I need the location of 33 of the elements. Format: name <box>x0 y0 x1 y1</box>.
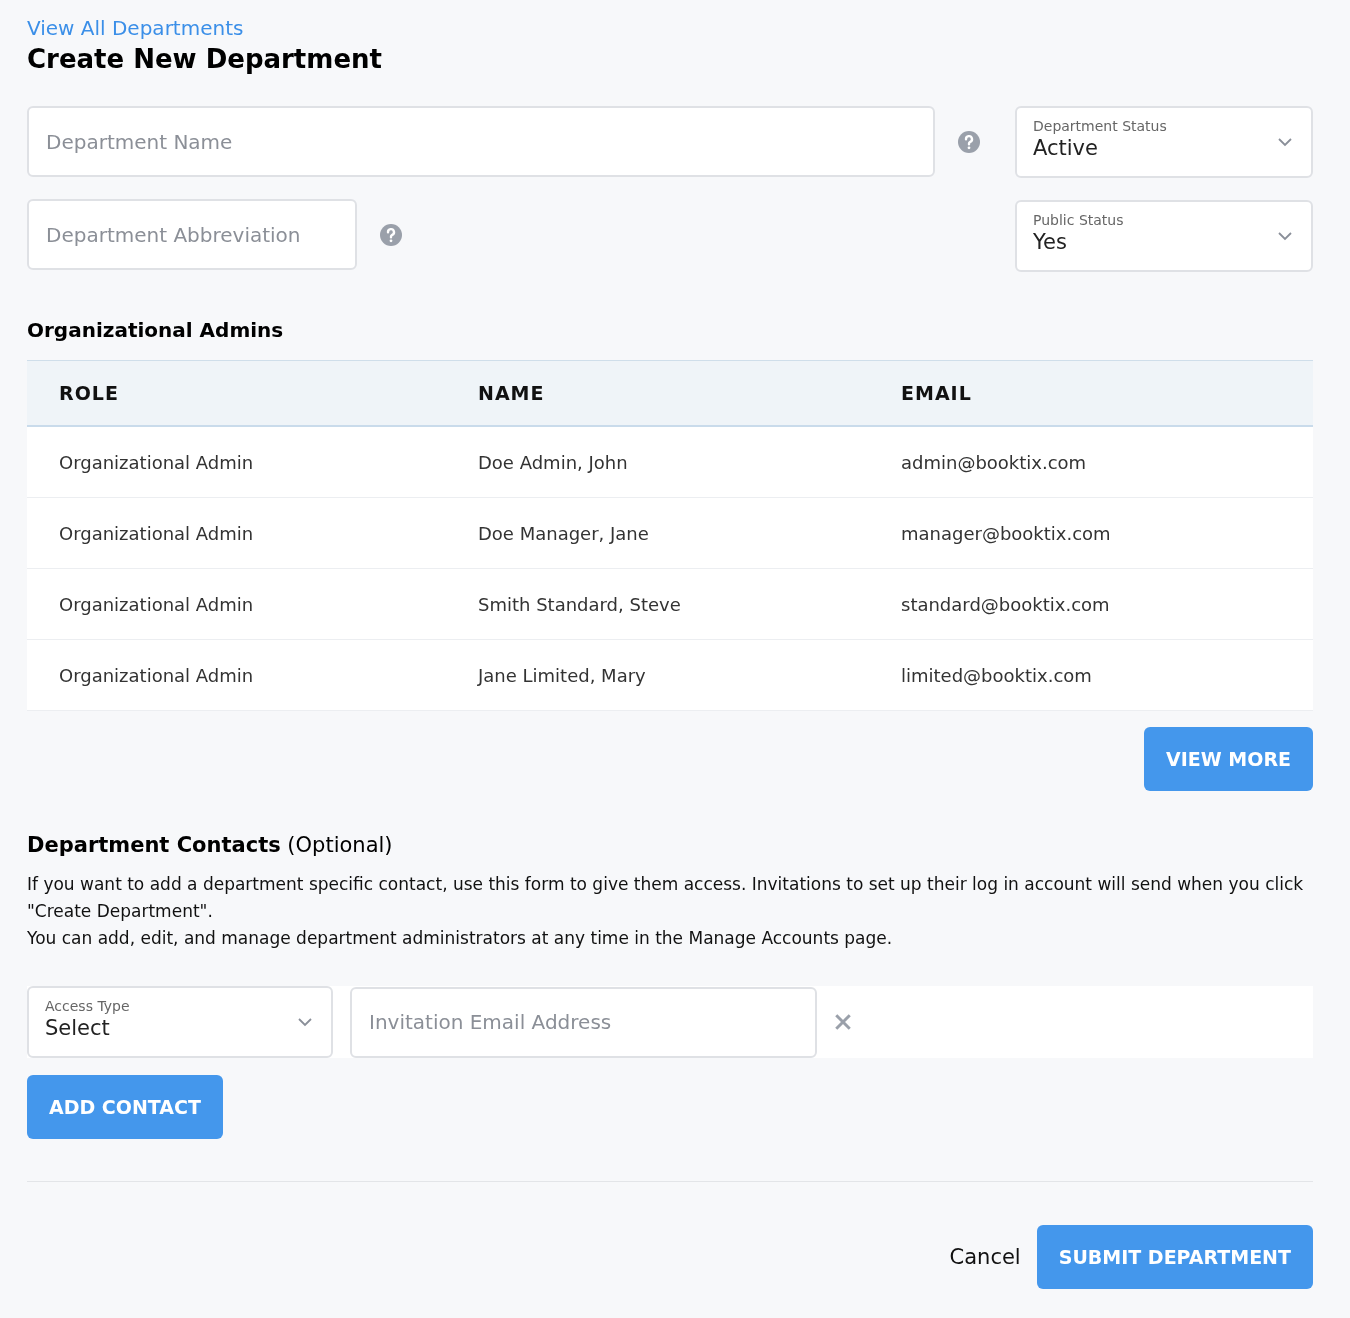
section-heading: Department Contacts (Optional) <box>27 833 394 857</box>
page-title: Create New Department <box>27 44 383 74</box>
status-select[interactable]: Department Status Active <box>1015 106 1313 178</box>
access-type-select[interactable]: Access Type Select <box>27 986 333 1058</box>
chevron-down-icon <box>1277 137 1293 147</box>
table-cell-text: Organizational Admin <box>59 522 255 544</box>
table-cell-text: Smith Standard, Steve <box>478 593 682 615</box>
table-cell-text: Organizational Admin <box>59 664 255 686</box>
status-select[interactable]: Public Status Yes <box>1015 200 1313 272</box>
close-icon[interactable] <box>834 1013 852 1031</box>
table-cell-text: Organizational Admin <box>59 451 255 473</box>
table-cell-text: admin@booktix.com <box>901 451 1088 473</box>
chevron-down-icon <box>297 1017 313 1027</box>
table-cell-text: Doe Admin, John <box>478 451 629 473</box>
department-abbreviation-field[interactable]: Department Abbreviation <box>27 199 357 270</box>
invitation-email-field[interactable]: Invitation Email Address <box>350 986 817 1058</box>
department-name-field[interactable]: Department Name <box>27 106 935 177</box>
table-cell-text: manager@booktix.com <box>901 522 1112 544</box>
description-text: If you want to add a department specific contact, use this form to give them access. Invitations to set up their log in account will send when you click "Create Department". <box>27 873 1305 923</box>
table-cell-text: Doe Manager, Jane <box>478 522 650 544</box>
table-cell-text: Organizational Admin <box>59 593 255 615</box>
table-cell-text: standard@booktix.com <box>901 593 1111 615</box>
cancel-button[interactable]: Cancel <box>949 1245 1021 1269</box>
column-header: EMAIL <box>901 382 973 404</box>
help-icon[interactable] <box>379 222 403 247</box>
table-cell-text: limited@booktix.com <box>901 664 1093 686</box>
column-header: ROLE <box>59 382 120 404</box>
description-text: You can add, edit, and manage department administrators at any time in the Manage Accounts page. <box>27 927 894 950</box>
section-heading: Organizational Admins <box>27 318 285 342</box>
table-cell-text: Jane Limited, Mary <box>478 664 647 686</box>
chevron-down-icon <box>1277 231 1293 241</box>
help-icon[interactable] <box>957 129 981 154</box>
column-header: NAME <box>478 382 546 404</box>
